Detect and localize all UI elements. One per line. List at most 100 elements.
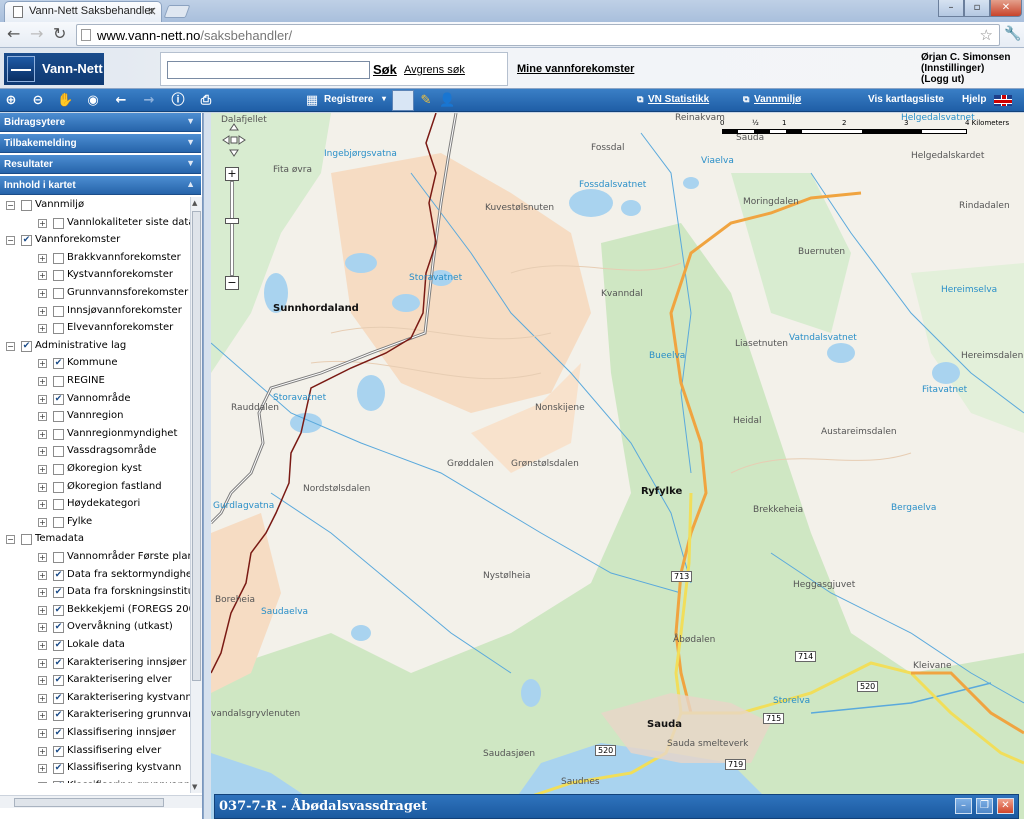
layer-tree-item[interactable]: + ✔ Data fra forskningsinstitusj: [0, 584, 190, 601]
layer-tree-item[interactable]: + ✔ Karakterisering elver: [0, 672, 190, 689]
settings-link[interactable]: (Innstillinger): [921, 63, 1010, 74]
layer-checkbox[interactable]: [53, 323, 64, 335]
back-icon[interactable]: ←: [7, 26, 20, 42]
expand-icon[interactable]: +: [38, 253, 47, 263]
layer-tree-item[interactable]: + ✔ Data fra sektormyndighete: [0, 567, 190, 584]
expand-icon[interactable]: +: [38, 711, 47, 721]
layer-tree-item[interactable]: + Brakkvannforekomster: [0, 250, 190, 267]
section-resultater[interactable]: Resultater ▼: [0, 155, 201, 174]
pencil-icon[interactable]: ✎: [418, 93, 434, 109]
section-tilbakemelding[interactable]: Tilbakemelding ▼: [0, 134, 201, 153]
expand-icon[interactable]: +: [38, 482, 47, 492]
expand-icon[interactable]: +: [38, 306, 47, 316]
layer-tree-item[interactable]: + ✔ Karakterisering innsjøer: [0, 655, 190, 672]
layer-checkbox[interactable]: ✔: [53, 358, 64, 370]
layer-checkbox[interactable]: [21, 534, 32, 546]
layer-tree-item[interactable]: + ✔ Lokale data: [0, 637, 190, 654]
layer-tree-item[interactable]: − ✔ Vannforekomster: [0, 232, 190, 249]
maximize-button[interactable]: ▫: [964, 0, 990, 17]
layer-checkbox[interactable]: [53, 552, 64, 563]
layer-tree-item[interactable]: + ✔ Klassifisering elver: [0, 743, 190, 760]
layer-checkbox[interactable]: ✔: [53, 710, 64, 722]
browser-tab[interactable]: Vann-Nett Saksbehandler ×: [4, 1, 162, 22]
zoom-in-icon[interactable]: ⊕: [3, 93, 19, 109]
layer-checkbox[interactable]: [53, 516, 64, 528]
zoom-minus-button[interactable]: −: [225, 276, 239, 290]
layer-checkbox[interactable]: [53, 428, 64, 440]
panel-splitter[interactable]: [203, 113, 211, 819]
zoom-slider-track[interactable]: [230, 181, 234, 276]
expand-icon[interactable]: +: [38, 764, 47, 774]
layer-tree-item[interactable]: + Vannlokaliteter siste data: [0, 215, 190, 232]
layer-tree-item[interactable]: + ✔ Bekkekjemi (FOREGS 2008: [0, 602, 190, 619]
collapse-icon[interactable]: −: [6, 535, 15, 545]
layer-checkbox[interactable]: ✔: [53, 780, 64, 783]
layer-checkbox[interactable]: ✔: [53, 569, 64, 581]
zoom-out-icon[interactable]: ⊖: [30, 93, 46, 109]
minimize-panel-button[interactable]: –: [955, 798, 972, 814]
layer-tree-item[interactable]: + Elvevannforekomster: [0, 320, 190, 337]
expand-icon[interactable]: +: [38, 465, 47, 474]
collapse-icon[interactable]: −: [6, 201, 15, 210]
layer-checkbox[interactable]: ✔: [21, 235, 32, 247]
tree-horizontal-scrollbar[interactable]: [0, 795, 202, 808]
layer-checkbox[interactable]: ✔: [53, 393, 64, 405]
layer-tree-item[interactable]: + Økoregion kyst: [0, 461, 190, 478]
expand-icon[interactable]: +: [38, 447, 47, 457]
layer-checkbox[interactable]: [53, 411, 64, 423]
section-innhold-i-kartet[interactable]: Innhold i kartet ▲: [0, 176, 201, 195]
register-menu[interactable]: Registrere: [324, 94, 373, 105]
english-flag-icon[interactable]: [994, 95, 1012, 106]
layer-checkbox[interactable]: [21, 200, 32, 211]
expand-icon[interactable]: +: [38, 641, 47, 650]
layer-checkbox[interactable]: ✔: [53, 587, 64, 599]
layer-tree-item[interactable]: + ✔ Klassifisering kystvann: [0, 760, 190, 777]
layer-checkbox[interactable]: ✔: [21, 340, 32, 352]
layer-checkbox[interactable]: [53, 446, 64, 458]
expand-icon[interactable]: +: [38, 377, 47, 386]
next-extent-icon[interactable]: →: [141, 93, 157, 109]
add-user-icon[interactable]: 👤: [439, 93, 455, 109]
layer-tree-item[interactable]: + Vannregionmyndighet: [0, 426, 190, 443]
layer-checkbox[interactable]: [53, 376, 64, 387]
expand-icon[interactable]: +: [38, 781, 47, 783]
address-bar[interactable]: www.vann-nett.no/saksbehandler/ ☆: [76, 24, 1000, 46]
expand-icon[interactable]: +: [38, 218, 47, 228]
expand-icon[interactable]: +: [38, 605, 47, 615]
logout-link[interactable]: (Logg ut): [921, 74, 1010, 85]
expand-icon[interactable]: +: [38, 412, 47, 422]
layer-tree-item[interactable]: + ✔ Vannområde: [0, 391, 190, 408]
reload-icon[interactable]: ↻: [53, 26, 66, 42]
layer-tree-item[interactable]: + Kystvannforekomster: [0, 267, 190, 284]
layer-checkbox[interactable]: [53, 499, 64, 511]
layer-tree-item[interactable]: + Grunnvannsforekomster: [0, 285, 190, 302]
expand-icon[interactable]: +: [38, 623, 47, 633]
layer-checkbox[interactable]: [53, 270, 64, 282]
scrollbar-thumb[interactable]: [192, 211, 201, 681]
close-tab-icon[interactable]: ×: [147, 4, 157, 18]
layer-tree-item[interactable]: + ✔ Overvåkning (utkast): [0, 619, 190, 636]
previous-extent-icon[interactable]: ←: [113, 93, 129, 109]
draw-tool-button[interactable]: [392, 90, 414, 111]
pan-arrows-icon[interactable]: [222, 123, 246, 157]
layer-tree-item[interactable]: + ✔ Klassifisering innsjøer: [0, 725, 190, 742]
layer-checkbox[interactable]: [53, 464, 64, 475]
new-tab-button[interactable]: [163, 5, 191, 18]
layer-checkbox[interactable]: [53, 252, 64, 264]
expand-icon[interactable]: +: [38, 324, 47, 334]
layer-checkbox[interactable]: ✔: [53, 675, 64, 687]
scrollbar-thumb[interactable]: [14, 798, 164, 807]
forward-icon[interactable]: →: [30, 26, 43, 42]
zoom-plus-button[interactable]: +: [225, 167, 239, 181]
expand-icon[interactable]: +: [38, 517, 47, 527]
wrench-icon[interactable]: 🔧: [1004, 26, 1021, 42]
vn-statistics-link[interactable]: VN Statistikk: [648, 94, 709, 105]
expand-icon[interactable]: +: [38, 729, 47, 738]
layer-tree-item[interactable]: + ✔ Kommune: [0, 355, 190, 372]
layer-tree-item[interactable]: − Temadata: [0, 531, 190, 548]
section-bidragsytere[interactable]: Bidragsytere ▼: [0, 113, 201, 132]
layer-tree-item[interactable]: + ✔ Karakterisering grunnvann: [0, 707, 190, 724]
expand-icon[interactable]: +: [38, 500, 47, 510]
restore-panel-button[interactable]: ❐: [976, 798, 993, 814]
scroll-up-icon[interactable]: ▲: [192, 199, 197, 207]
